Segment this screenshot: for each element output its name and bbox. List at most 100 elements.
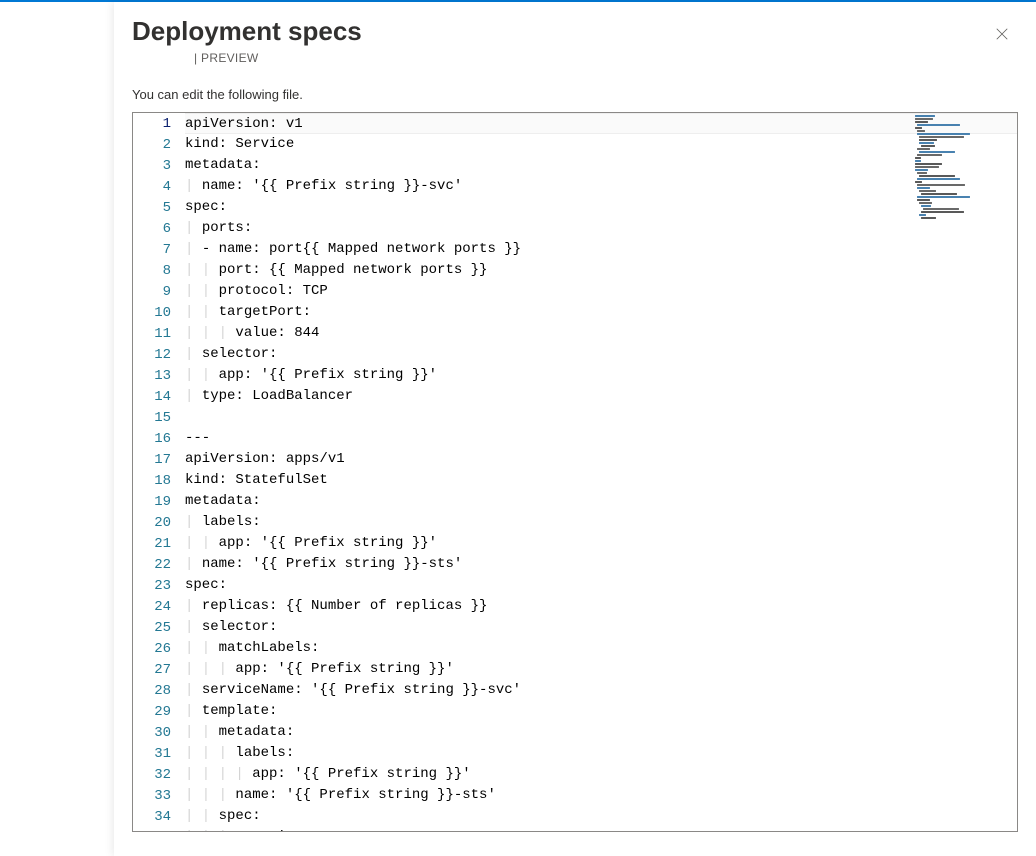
indent-guide: | xyxy=(185,512,202,533)
indent-guide: | | | xyxy=(185,743,235,764)
indent-guide: | | xyxy=(185,533,219,554)
code-line[interactable]: | | protocol: TCP xyxy=(185,281,1017,302)
line-number: 7 xyxy=(133,240,185,261)
line-number: 32 xyxy=(133,765,185,786)
line-number: 11 xyxy=(133,324,185,345)
code-line[interactable]: | | | value: 844 xyxy=(185,323,1017,344)
code-line[interactable]: | | | name: '{{ Prefix string }}-sts' xyxy=(185,785,1017,806)
indent-guide: | xyxy=(185,617,202,638)
code-line[interactable]: | template: xyxy=(185,701,1017,722)
code-line[interactable]: | | spec: xyxy=(185,806,1017,827)
code-text: port: {{ Mapped network ports }} xyxy=(219,260,488,281)
code-line[interactable]: | serviceName: '{{ Prefix string }}-svc' xyxy=(185,680,1017,701)
indent-guide: | | xyxy=(185,260,219,281)
code-text: - name: port{{ Mapped network ports }} xyxy=(202,239,521,260)
line-number: 24 xyxy=(133,597,185,618)
line-number: 31 xyxy=(133,744,185,765)
line-number: 8 xyxy=(133,261,185,282)
code-line[interactable]: | ports: xyxy=(185,218,1017,239)
code-line[interactable]: | selector: xyxy=(185,617,1017,638)
indent-guide: | | xyxy=(185,638,219,659)
code-line[interactable]: | - name: port{{ Mapped network ports }} xyxy=(185,239,1017,260)
code-text: targetPort: xyxy=(219,302,311,323)
indent-guide: | | | xyxy=(185,785,235,806)
indent-guide: | xyxy=(185,596,202,617)
code-line[interactable]: apiVersion: apps/v1 xyxy=(185,449,1017,470)
code-line[interactable]: apiVersion: v1 xyxy=(185,113,1017,134)
code-text: apiVersion: apps/v1 xyxy=(185,449,345,470)
code-editor[interactable]: 1234567891011121314151617181920212223242… xyxy=(132,112,1018,832)
code-line[interactable]: | | app: '{{ Prefix string }}' xyxy=(185,533,1017,554)
indent-guide: | | xyxy=(185,806,219,827)
line-number: 34 xyxy=(133,807,185,828)
close-button[interactable] xyxy=(986,18,1018,50)
line-number: 15 xyxy=(133,408,185,429)
title-block: Deployment specs | PREVIEW xyxy=(132,16,986,65)
code-text: labels: xyxy=(235,743,294,764)
line-number: 25 xyxy=(133,618,185,639)
code-line[interactable]: | | targetPort: xyxy=(185,302,1017,323)
line-number: 14 xyxy=(133,387,185,408)
indent-guide: | xyxy=(185,218,202,239)
code-line[interactable]: | | | labels: xyxy=(185,743,1017,764)
code-text: protocol: TCP xyxy=(219,281,328,302)
code-text: app: '{{ Prefix string }}' xyxy=(252,764,470,785)
code-text: containers: xyxy=(235,827,327,831)
code-text: --- xyxy=(185,428,210,449)
code-line[interactable] xyxy=(185,407,1017,428)
code-line[interactable]: kind: Service xyxy=(185,134,1017,155)
indent-guide: | xyxy=(185,701,202,722)
line-number: 30 xyxy=(133,723,185,744)
line-number: 6 xyxy=(133,219,185,240)
code-text: app: '{{ Prefix string }}' xyxy=(235,659,453,680)
code-line[interactable]: | replicas: {{ Number of replicas }} xyxy=(185,596,1017,617)
code-line[interactable]: kind: StatefulSet xyxy=(185,470,1017,491)
indent-guide: | xyxy=(185,239,202,260)
code-line[interactable]: --- xyxy=(185,428,1017,449)
indent-guide: | xyxy=(185,344,202,365)
code-text: type: LoadBalancer xyxy=(202,386,353,407)
code-line[interactable]: | | port: {{ Mapped network ports }} xyxy=(185,260,1017,281)
line-number: 28 xyxy=(133,681,185,702)
code-text: value: 844 xyxy=(235,323,319,344)
code-line[interactable]: | labels: xyxy=(185,512,1017,533)
panel-title: Deployment specs xyxy=(132,16,986,47)
code-line[interactable]: | | metadata: xyxy=(185,722,1017,743)
code-text: matchLabels: xyxy=(219,638,320,659)
line-number: 12 xyxy=(133,345,185,366)
line-number: 10 xyxy=(133,303,185,324)
code-line[interactable]: metadata: xyxy=(185,155,1017,176)
line-number-gutter: 1234567891011121314151617181920212223242… xyxy=(133,113,185,831)
code-line[interactable]: | type: LoadBalancer xyxy=(185,386,1017,407)
code-text: apiVersion: v1 xyxy=(185,114,303,133)
code-line[interactable]: spec: xyxy=(185,197,1017,218)
code-text: name: '{{ Prefix string }}-svc' xyxy=(202,176,462,197)
indent-guide: | xyxy=(185,554,202,575)
code-text: selector: xyxy=(202,617,278,638)
code-line[interactable]: metadata: xyxy=(185,491,1017,512)
code-line[interactable]: | | app: '{{ Prefix string }}' xyxy=(185,365,1017,386)
code-text: spec: xyxy=(219,806,261,827)
line-number: 16 xyxy=(133,429,185,450)
code-line[interactable]: | name: '{{ Prefix string }}-sts' xyxy=(185,554,1017,575)
code-text: app: '{{ Prefix string }}' xyxy=(219,365,437,386)
code-line[interactable]: | | matchLabels: xyxy=(185,638,1017,659)
close-icon xyxy=(995,27,1009,41)
code-text: replicas: {{ Number of replicas }} xyxy=(202,596,488,617)
code-content[interactable]: apiVersion: v1kind: Servicemetadata:| na… xyxy=(185,113,1017,831)
line-number: 29 xyxy=(133,702,185,723)
code-line[interactable]: spec: xyxy=(185,575,1017,596)
line-number: 9 xyxy=(133,282,185,303)
code-text: labels: xyxy=(202,512,261,533)
code-line[interactable]: | selector: xyxy=(185,344,1017,365)
deployment-specs-panel: Deployment specs | PREVIEW You can edit … xyxy=(114,2,1036,856)
code-text: spec: xyxy=(185,575,227,596)
indent-guide: | | xyxy=(185,302,219,323)
line-number: 33 xyxy=(133,786,185,807)
code-line[interactable]: | | | app: '{{ Prefix string }}' xyxy=(185,659,1017,680)
code-line[interactable]: | name: '{{ Prefix string }}-svc' xyxy=(185,176,1017,197)
code-line[interactable]: | | | | app: '{{ Prefix string }}' xyxy=(185,764,1017,785)
line-number: 17 xyxy=(133,450,185,471)
code-line[interactable]: | | | containers: xyxy=(185,827,1017,831)
indent-guide: | | xyxy=(185,281,219,302)
